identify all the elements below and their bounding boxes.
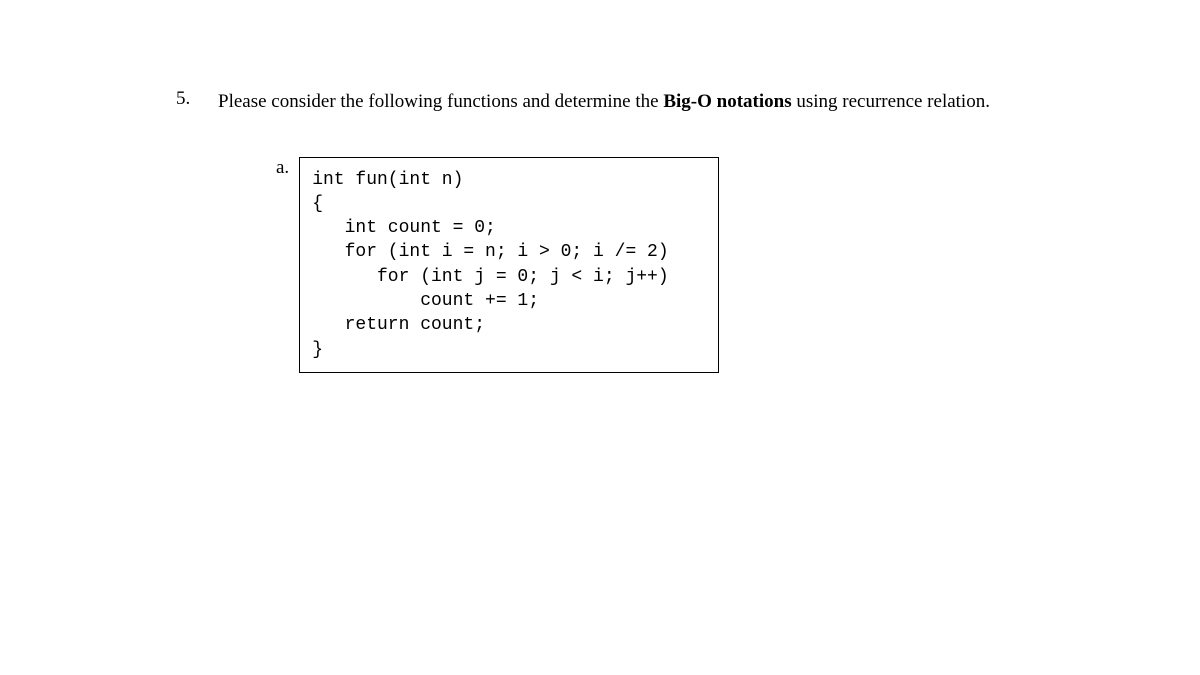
question-text-part-3: using recurrence relation. [792,91,990,112]
question-row: 5. Please consider the following functio… [176,88,1100,117]
subitem-label: a. [276,157,289,179]
question-text-bold: Big-O notations [663,91,791,112]
question-number: 5. [176,88,200,110]
question-text: Please consider the following functions … [218,88,990,117]
subitem-container: a. int fun(int n) { int count = 0; for (… [276,157,1100,373]
code-box: int fun(int n) { int count = 0; for (int… [299,157,719,373]
question-text-part-1: Please consider the following functions … [218,91,663,112]
